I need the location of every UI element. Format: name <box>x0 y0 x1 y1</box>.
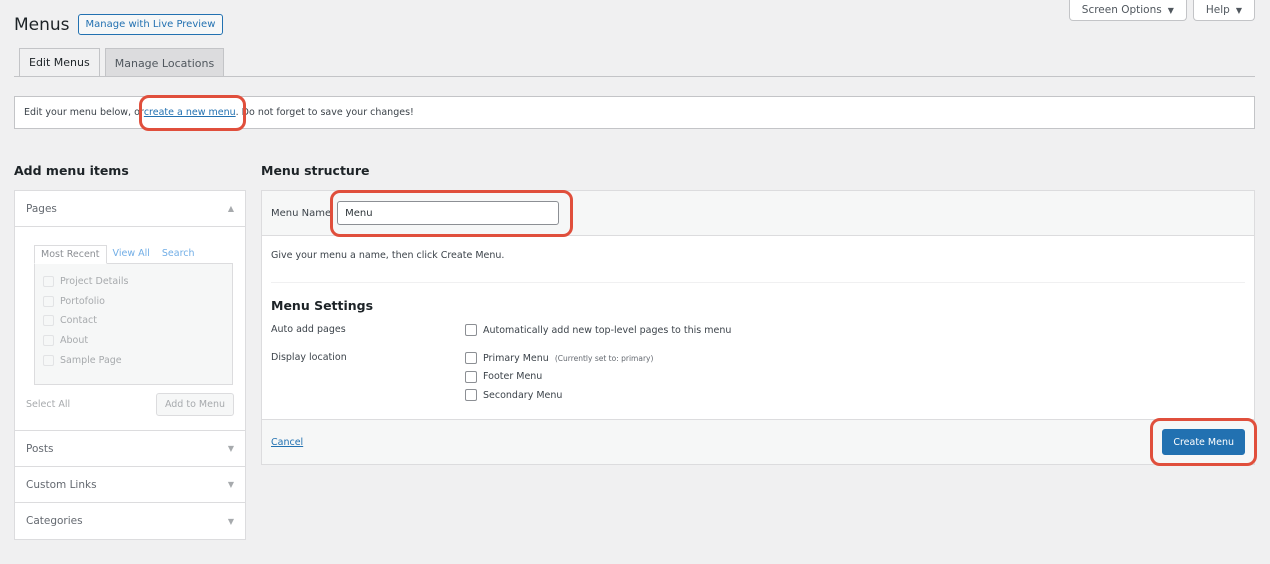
list-item[interactable]: Sample Page <box>43 350 224 370</box>
pages-tabs: Most Recent View All Search <box>34 245 234 264</box>
list-item[interactable]: Portofolio <box>43 292 224 312</box>
auto-add-option-label: Automatically add new top-level pages to… <box>483 324 732 336</box>
screen-options-button[interactable]: Screen Options ▼ <box>1068 0 1187 21</box>
menu-instructions: Give your menu a name, then click Create… <box>271 250 505 261</box>
location-primary-note: (Currently set to: primary) <box>554 353 654 363</box>
page-title: Menus <box>14 14 70 35</box>
location-secondary-checkbox[interactable] <box>465 389 477 402</box>
create-new-menu-link[interactable]: create a new menu <box>144 107 236 118</box>
nav-tabs: Edit Menus Manage Locations <box>19 48 225 77</box>
tab-manage-locations[interactable]: Manage Locations <box>104 48 225 77</box>
menu-footer: Cancel Create Menu <box>262 419 1254 464</box>
location-footer-option[interactable]: Footer Menu <box>465 367 653 386</box>
location-primary-checkbox[interactable] <box>465 352 477 365</box>
page-checkbox[interactable] <box>43 354 54 366</box>
page-label: Portofolio <box>60 295 105 307</box>
menu-name-input[interactable] <box>337 201 560 225</box>
tab-most-recent[interactable]: Most Recent <box>34 245 107 264</box>
menu-name-label: Menu Name <box>271 207 332 219</box>
auto-add-checkbox[interactable] <box>465 324 477 337</box>
display-location-row: Display location Primary Menu (Currently… <box>262 349 1254 405</box>
tabs-divider <box>14 76 1255 77</box>
page-label: Project Details <box>60 276 129 288</box>
custom-links-accordion-header[interactable]: Custom Links ▼ <box>15 467 245 503</box>
menu-structure-title: Menu structure <box>261 163 370 178</box>
help-label: Help <box>1205 4 1230 16</box>
tab-search[interactable]: Search <box>156 245 201 264</box>
pages-accordion-body: Most Recent View All Search Project Deta… <box>15 227 245 431</box>
add-menu-items-title: Add menu items <box>14 163 129 178</box>
screen-options-label: Screen Options <box>1081 4 1162 16</box>
page-checkbox[interactable] <box>43 315 54 327</box>
chevron-up-icon: ▲ <box>227 204 234 213</box>
chevron-down-icon: ▼ <box>1167 5 1174 15</box>
add-menu-items-panel: Pages ▲ Most Recent View All Search Proj… <box>14 190 246 540</box>
pages-footer: Select All Add to Menu <box>26 393 234 416</box>
menu-settings-title: Menu Settings <box>271 298 374 313</box>
page-checkbox[interactable] <box>43 295 54 307</box>
menu-name-row: Menu Name <box>262 191 1254 236</box>
page-label: Contact <box>60 315 97 327</box>
tab-edit-menus[interactable]: Edit Menus <box>19 48 100 77</box>
location-secondary-label: Secondary Menu <box>483 389 563 401</box>
chevron-down-icon: ▼ <box>227 444 234 453</box>
location-primary-label: Primary Menu <box>483 352 549 364</box>
chevron-down-icon: ▼ <box>227 480 234 489</box>
categories-accordion-header[interactable]: Categories ▼ <box>15 503 245 539</box>
cancel-link[interactable]: Cancel <box>271 437 303 448</box>
help-button[interactable]: Help ▼ <box>1192 0 1255 21</box>
list-item[interactable]: About <box>43 331 224 351</box>
pages-checklist: Project Details Portofolio Contact About… <box>34 263 233 385</box>
auto-add-options: Automatically add new top-level pages to… <box>465 321 731 340</box>
select-all-link[interactable]: Select All <box>26 399 70 410</box>
auto-add-row: Auto add pages Automatically add new top… <box>262 321 1254 340</box>
posts-accordion-header[interactable]: Posts ▼ <box>15 431 245 467</box>
page-checkbox[interactable] <box>43 335 54 347</box>
display-location-options: Primary Menu (Currently set to: primary)… <box>465 349 653 405</box>
page-label: Sample Page <box>60 354 122 366</box>
notice-text-before: Edit your menu below, or <box>24 107 144 118</box>
page-checkbox[interactable] <box>43 276 54 288</box>
pages-accordion-label: Pages <box>26 202 57 215</box>
list-item[interactable]: Project Details <box>43 272 224 292</box>
chevron-down-icon: ▼ <box>1235 5 1242 15</box>
manage-menus-notice: Edit your menu below, or create a new me… <box>14 96 1255 129</box>
page-header: Menus Manage with Live Preview <box>14 14 224 35</box>
create-menu-button[interactable]: Create Menu <box>1162 429 1245 455</box>
notice-text-after: . Do not forget to save your changes! <box>235 107 414 118</box>
tab-view-all[interactable]: View All <box>107 245 156 264</box>
page-label: About <box>60 335 89 347</box>
auto-add-option[interactable]: Automatically add new top-level pages to… <box>465 321 731 340</box>
categories-accordion-label: Categories <box>26 515 83 527</box>
list-item[interactable]: Contact <box>43 311 224 331</box>
posts-accordion-label: Posts <box>26 442 54 455</box>
auto-add-label: Auto add pages <box>271 324 346 335</box>
add-to-menu-button[interactable]: Add to Menu <box>155 393 234 416</box>
display-location-label: Display location <box>271 351 347 363</box>
chevron-down-icon: ▼ <box>227 516 234 526</box>
live-preview-button[interactable]: Manage with Live Preview <box>77 14 224 35</box>
location-primary-option[interactable]: Primary Menu (Currently set to: primary) <box>465 349 653 368</box>
screen-meta-links: Screen Options ▼ Help ▼ <box>1068 0 1255 21</box>
location-footer-label: Footer Menu <box>483 371 543 383</box>
custom-links-accordion-label: Custom Links <box>26 478 97 491</box>
location-secondary-option[interactable]: Secondary Menu <box>465 386 653 405</box>
menu-management-panel: Menu Name Give your menu a name, then cl… <box>261 190 1255 465</box>
location-footer-checkbox[interactable] <box>465 370 477 383</box>
pages-accordion-header[interactable]: Pages ▲ <box>15 191 245 227</box>
